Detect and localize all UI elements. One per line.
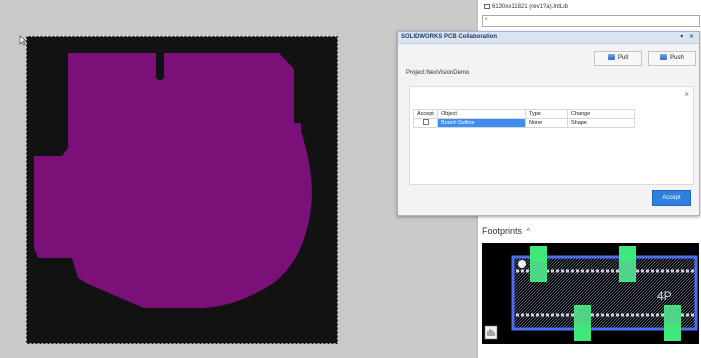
table-row[interactable]: Board Outline None Shape [413,118,635,128]
footprint-designator: 4P [657,289,672,303]
push-label: Push [670,55,684,61]
push-button[interactable]: Push [648,51,696,66]
hand-tool-icon[interactable] [484,325,498,340]
column-header-change[interactable]: Change [567,109,635,119]
dialog-title: SOLIDWORKS PCB Collaboration [401,34,497,40]
footprints-label: Footprints [482,226,523,236]
accept-checkbox[interactable] [422,119,429,125]
change-cell: Shape [567,118,635,128]
footprints-section-header[interactable]: Footprints ^ [482,226,530,236]
library-path[interactable]: 6130xx11821 (rev1?a).IntLib [484,2,698,13]
footprint-preview[interactable]: 4P [482,243,699,344]
push-icon [660,54,668,60]
library-filter-input[interactable]: * [482,15,700,27]
project-label: Project:NexVisionDemo [406,70,470,76]
board-outline-shape[interactable] [34,53,312,308]
library-icon [484,4,490,9]
table-header-row: Accept Object Type Change [413,109,635,119]
changes-panel: × Accept Object Type Change Board Outlin… [409,86,694,185]
dialog-title-bar[interactable]: SOLIDWORKS PCB Collaboration ▾ ✕ [398,32,699,44]
pull-button[interactable]: Pull [594,51,642,66]
close-icon[interactable]: × [684,90,689,99]
pin1-marker-icon [518,260,526,268]
accept-button[interactable]: Accept [652,190,691,206]
pull-label: Pull [617,55,628,61]
library-path-text: 6130xx11821 (rev1?a).IntLib [492,4,568,10]
column-header-accept[interactable]: Accept [413,109,438,119]
column-header-object[interactable]: Object [437,109,526,119]
type-cell: None [525,118,568,128]
column-header-type[interactable]: Type [525,109,568,119]
board-area[interactable] [26,36,338,344]
pull-icon [607,54,615,60]
chevron-up-icon[interactable]: ^ [527,227,531,236]
accept-cell[interactable] [413,118,438,128]
object-cell[interactable]: Board Outline [437,118,526,128]
dialog-window-controls[interactable]: ▾ ✕ [680,33,696,40]
collaboration-dialog: SOLIDWORKS PCB Collaboration ▾ ✕ Pull Pu… [397,31,700,216]
changes-table: Accept Object Type Change Board Outline … [413,109,635,128]
